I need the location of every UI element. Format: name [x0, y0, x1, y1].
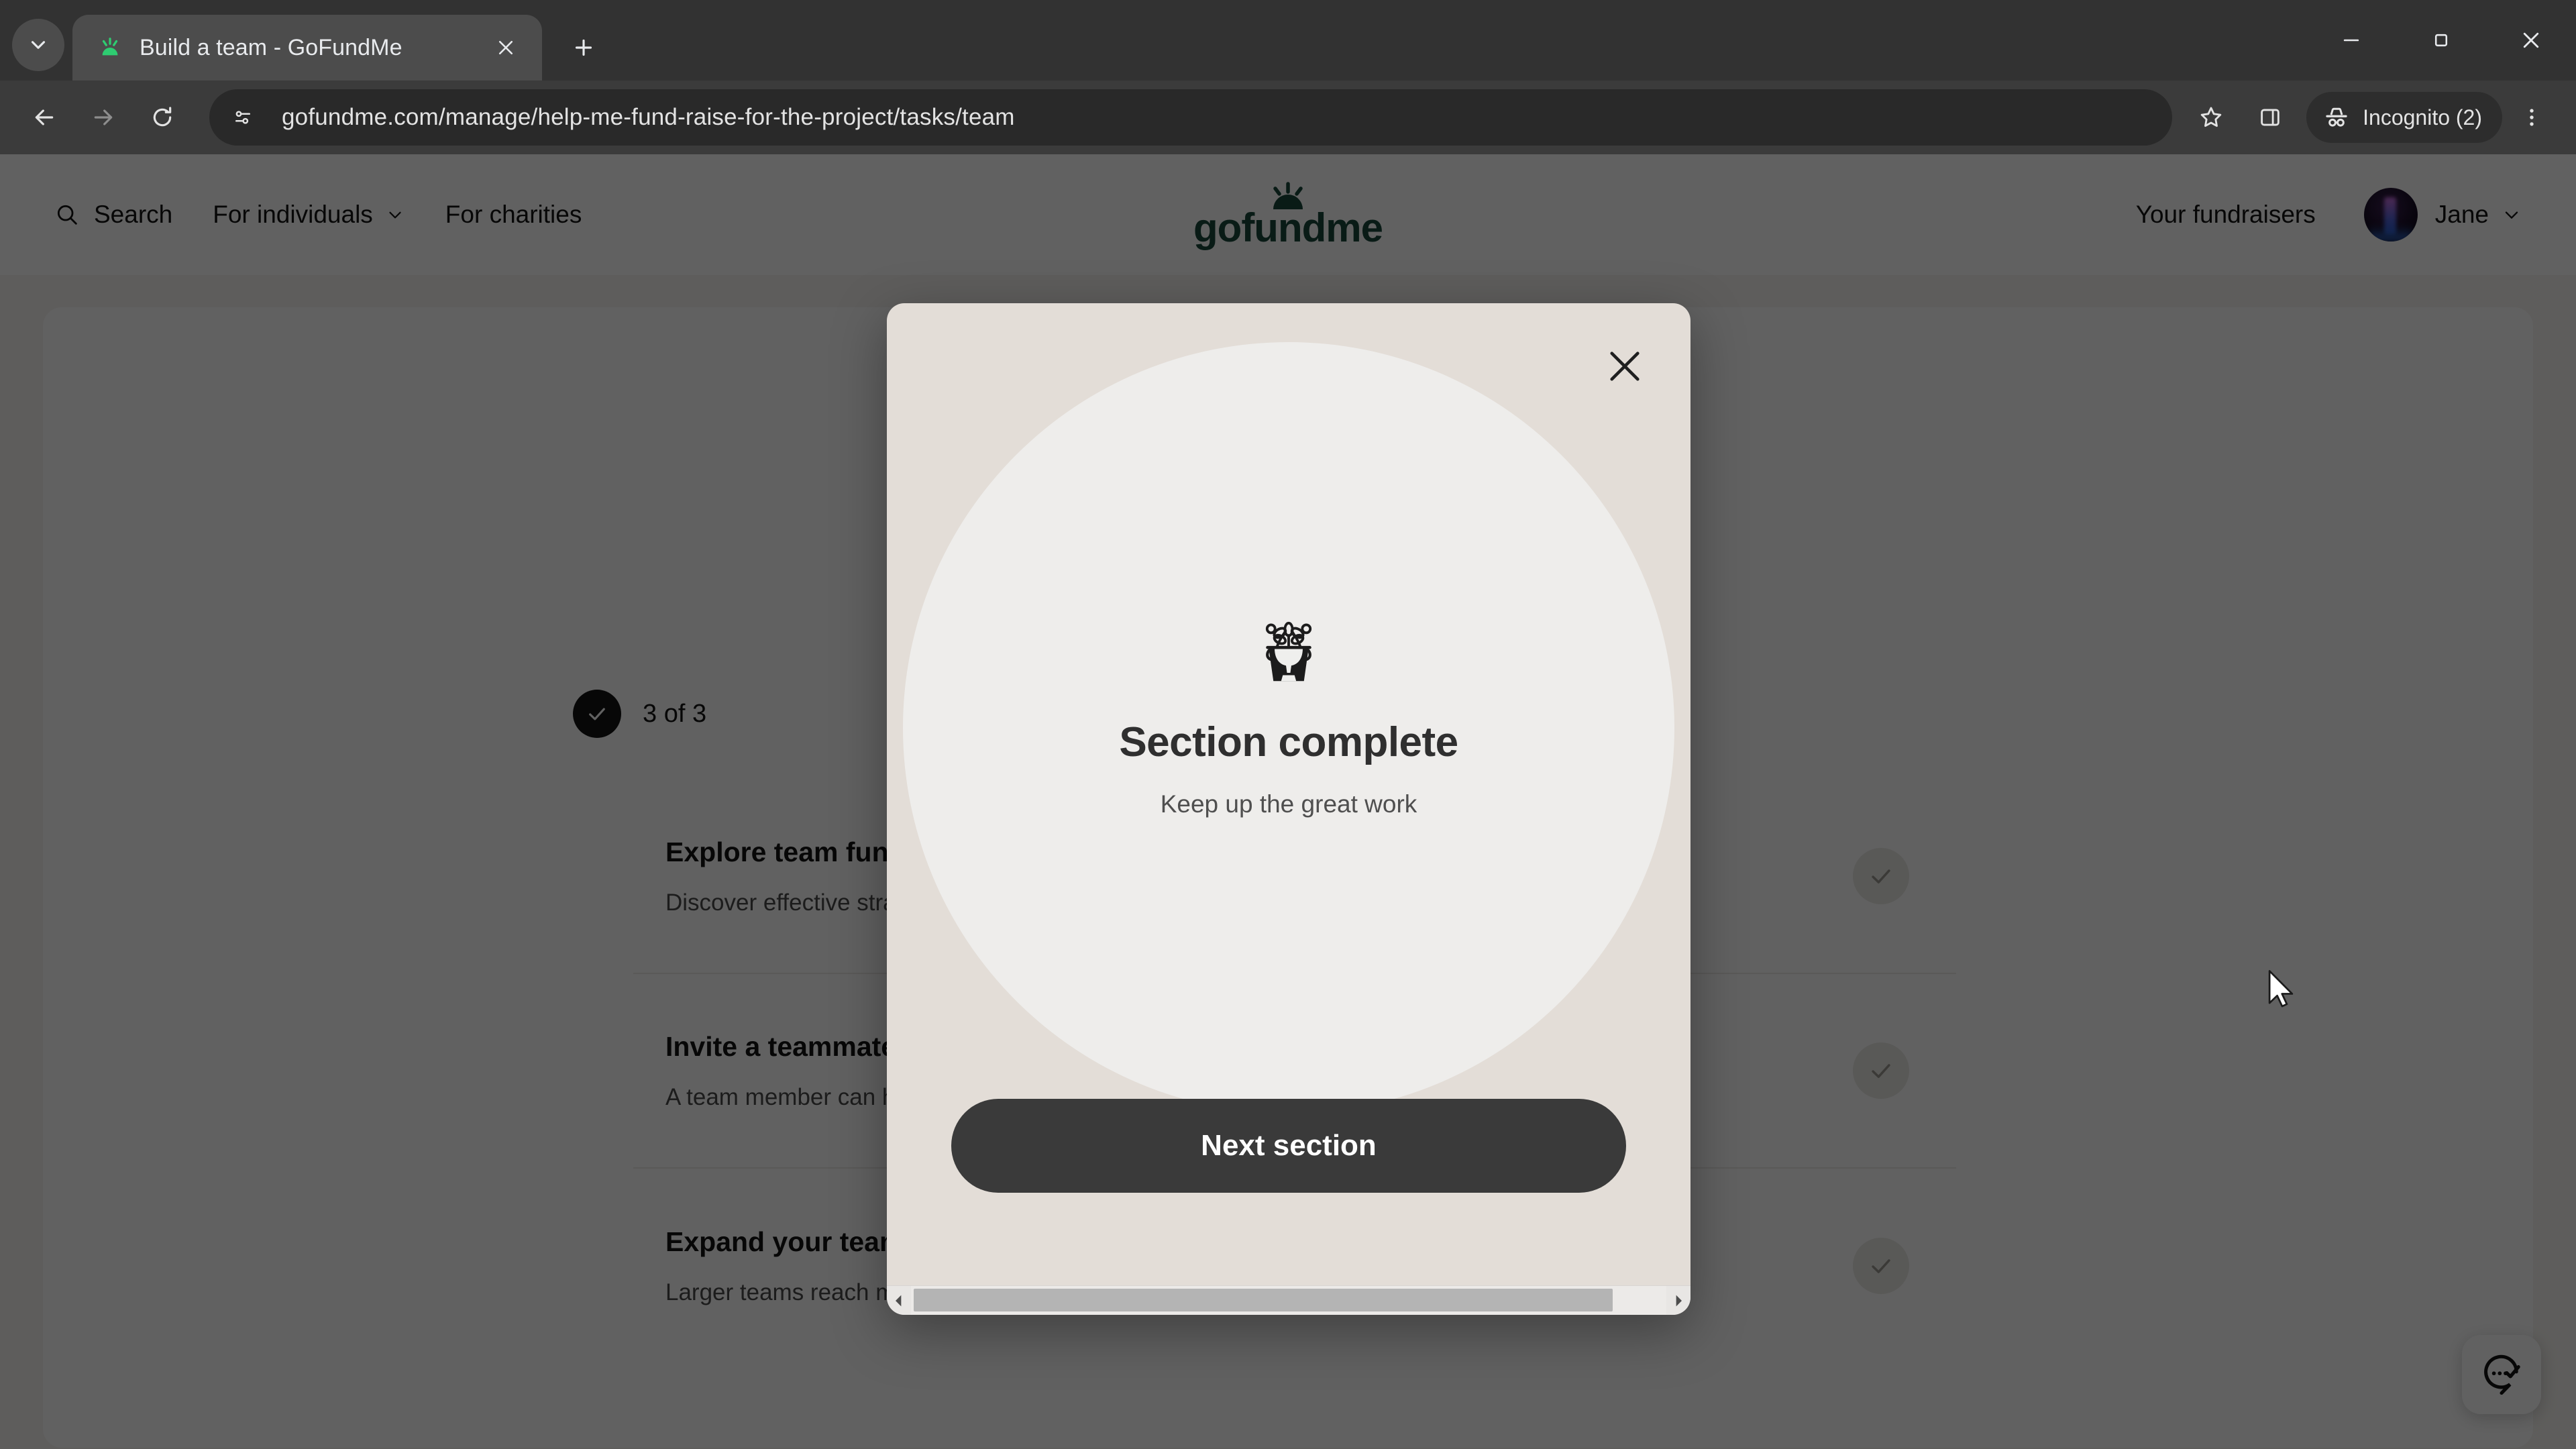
scroll-right-arrow-icon[interactable] — [1666, 1286, 1690, 1316]
scrollbar-thumb[interactable] — [914, 1288, 1613, 1311]
modal-horizontal-scrollbar[interactable] — [887, 1285, 1690, 1315]
scrollbar-track[interactable] — [911, 1285, 1666, 1315]
three-dot-menu-icon — [2530, 109, 2534, 126]
incognito-label: Incognito (2) — [2363, 105, 2482, 129]
tab-search-button[interactable] — [12, 19, 64, 71]
browser-toolbar: gofundme.com/manage/help-me-fund-raise-f… — [0, 80, 2576, 154]
minimize-icon — [2343, 39, 2359, 42]
star-icon — [2200, 107, 2222, 127]
side-panel-button[interactable] — [2241, 88, 2300, 147]
reload-icon — [153, 107, 172, 127]
flower-vase-icon — [1248, 614, 1329, 694]
maximize-restore-icon — [2434, 34, 2448, 47]
window-maximize-button[interactable] — [2396, 0, 2486, 80]
gofundme-flame-icon — [97, 34, 123, 61]
modal-close-button[interactable] — [1591, 333, 1658, 400]
address-bar[interactable]: gofundme.com/manage/help-me-fund-raise-f… — [209, 89, 2173, 146]
window-minimize-button[interactable] — [2306, 0, 2396, 80]
scroll-left-arrow-icon[interactable] — [887, 1286, 911, 1316]
bookmark-button[interactable] — [2182, 88, 2241, 147]
browser-menu-button[interactable] — [2502, 88, 2561, 147]
browser-window: Build a team - GoFundMe gofundme.com/man… — [0, 0, 2576, 1449]
reload-button[interactable] — [133, 88, 192, 147]
browser-tab[interactable]: Build a team - GoFundMe — [72, 15, 542, 80]
section-complete-modal: Section complete Keep up the great work … — [887, 303, 1690, 1315]
incognito-hat-icon — [2326, 107, 2347, 127]
side-panel-icon — [2261, 109, 2279, 126]
tab-close-button[interactable] — [487, 29, 525, 66]
window-close-button[interactable] — [2486, 0, 2576, 80]
back-arrow-icon — [35, 109, 54, 125]
close-icon — [498, 40, 513, 55]
forward-button[interactable] — [74, 88, 133, 147]
window-close-icon — [2523, 32, 2539, 48]
site-settings-icon — [235, 111, 251, 124]
close-icon — [1610, 352, 1640, 381]
modal-subtitle: Keep up the great work — [1160, 790, 1417, 818]
address-bar-url: gofundme.com/manage/help-me-fund-raise-f… — [282, 104, 1015, 130]
window-controls — [2306, 0, 2576, 80]
modal-title: Section complete — [1119, 718, 1458, 765]
tab-title: Build a team - GoFundMe — [140, 34, 402, 60]
tab-strip: Build a team - GoFundMe — [0, 0, 2576, 80]
chevron-down-icon — [31, 41, 46, 49]
forward-arrow-icon — [94, 109, 113, 125]
new-tab-button[interactable] — [559, 23, 608, 72]
back-button[interactable] — [15, 88, 74, 147]
next-section-button[interactable]: Next section — [951, 1099, 1626, 1193]
plus-icon — [575, 39, 592, 56]
modal-body: Section complete Keep up the great work — [887, 303, 1690, 1236]
site-settings-button[interactable] — [220, 95, 266, 140]
incognito-indicator[interactable]: Incognito (2) — [2306, 92, 2502, 143]
